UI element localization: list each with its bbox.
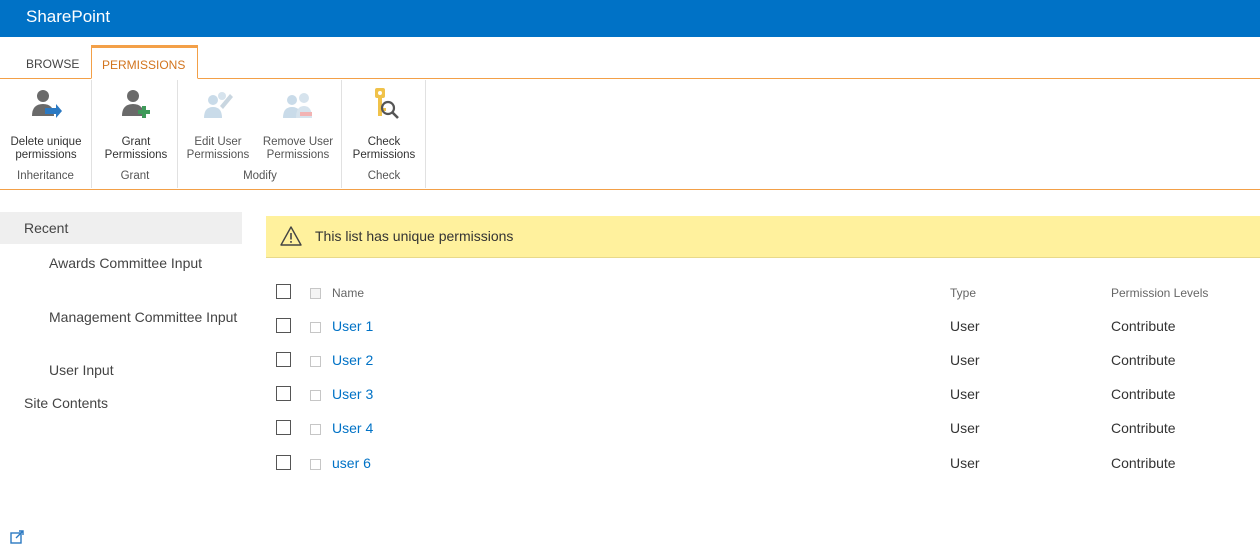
table-row[interactable]: User 3 User Contribute	[266, 377, 1260, 411]
permission-level: Contribute	[1111, 352, 1176, 368]
permission-level: Contribute	[1111, 455, 1176, 471]
nav-item-awards-committee-input[interactable]: Awards Committee Input	[49, 253, 239, 273]
nav-item-user-input[interactable]: User Input	[49, 360, 239, 380]
column-header-permission-levels[interactable]: Permission Levels	[1111, 286, 1208, 300]
column-header-name[interactable]: Name	[332, 286, 364, 300]
suite-bar: SharePoint	[0, 0, 1260, 37]
table-row[interactable]: User 2 User Contribute	[266, 343, 1260, 377]
table-row[interactable]: User 1 User Contribute	[266, 309, 1260, 343]
user-type: User	[950, 420, 980, 436]
row-checkbox[interactable]	[276, 352, 291, 367]
grant-permissions-button[interactable]: Grant Permissions	[93, 84, 179, 164]
edit-user-permissions-label: Edit User Permissions	[186, 136, 250, 161]
delete-unique-permissions-label: Delete unique permissions	[10, 136, 82, 161]
ribbon-group-grant: Grant Permissions Grant	[93, 80, 178, 188]
remove-permissions-icon	[282, 88, 314, 122]
ribbon-group-check: Check Permissions Check	[343, 80, 426, 188]
remove-user-permissions-button[interactable]: Remove User Permissions	[257, 84, 339, 164]
permission-level: Contribute	[1111, 420, 1176, 436]
tab-permissions[interactable]: PERMISSIONS	[91, 45, 198, 79]
banner-message: This list has unique permissions	[315, 228, 514, 244]
table-header-row: Name Type Permission Levels	[266, 275, 1260, 309]
user-name-link[interactable]: user 6	[332, 455, 371, 471]
group-label-modify: Modify	[243, 170, 277, 182]
edit-permissions-icon	[202, 88, 234, 122]
select-all-items-checkbox[interactable]	[310, 288, 321, 299]
row-checkbox[interactable]	[276, 386, 291, 401]
delete-permissions-icon	[30, 88, 62, 122]
nav-item-site-contents[interactable]: Site Contents	[24, 395, 108, 411]
ribbon-tab-row: BROWSE PERMISSIONS	[0, 37, 1260, 79]
user-type: User	[950, 386, 980, 402]
group-label-grant: Grant	[120, 170, 150, 182]
row-checkbox[interactable]	[276, 420, 291, 435]
user-name-link[interactable]: User 4	[332, 420, 373, 436]
group-label-inheritance: Inheritance	[17, 170, 74, 182]
row-item-checkbox[interactable]	[310, 424, 321, 435]
table-row[interactable]: User 4 User Contribute	[266, 411, 1260, 445]
tab-browse[interactable]: BROWSE	[16, 45, 89, 79]
row-checkbox[interactable]	[276, 455, 291, 470]
permission-level: Contribute	[1111, 318, 1176, 334]
grant-permissions-icon	[120, 88, 152, 122]
select-all-checkbox[interactable]	[276, 284, 291, 299]
user-name-link[interactable]: User 3	[332, 386, 373, 402]
user-name-link[interactable]: User 1	[332, 318, 373, 334]
app-brand[interactable]: SharePoint	[26, 7, 110, 27]
nav-item-management-committee-input[interactable]: Management Committee Input	[49, 307, 239, 327]
remove-user-permissions-label: Remove User Permissions	[262, 136, 334, 161]
ribbon-group-modify: Edit User Permissions Remove User Permis…	[179, 80, 342, 188]
row-checkbox[interactable]	[276, 318, 291, 333]
column-header-type[interactable]: Type	[950, 286, 976, 300]
check-permissions-button[interactable]: Check Permissions	[341, 84, 427, 164]
user-type: User	[950, 318, 980, 334]
group-label-check: Check	[367, 170, 401, 182]
open-new-window-icon[interactable]	[10, 530, 24, 544]
ribbon: Delete unique permissions Inheritance Gr…	[0, 80, 1260, 190]
grant-permissions-label: Grant Permissions	[104, 136, 168, 161]
row-item-checkbox[interactable]	[310, 459, 321, 470]
delete-unique-permissions-button[interactable]: Delete unique permissions	[3, 84, 89, 164]
check-permissions-label: Check Permissions	[352, 136, 416, 161]
row-item-checkbox[interactable]	[310, 322, 321, 333]
row-item-checkbox[interactable]	[310, 356, 321, 367]
unique-permissions-banner: This list has unique permissions	[266, 216, 1260, 258]
check-permissions-icon	[368, 88, 400, 122]
user-name-link[interactable]: User 2	[332, 352, 373, 368]
nav-recent-header[interactable]: Recent	[0, 212, 242, 244]
edit-user-permissions-button[interactable]: Edit User Permissions	[177, 84, 259, 164]
table-row[interactable]: user 6 User Contribute	[266, 446, 1260, 480]
permission-level: Contribute	[1111, 386, 1176, 402]
user-type: User	[950, 352, 980, 368]
user-type: User	[950, 455, 980, 471]
row-item-checkbox[interactable]	[310, 390, 321, 401]
warning-icon	[280, 226, 302, 246]
ribbon-group-inheritance: Delete unique permissions Inheritance	[0, 80, 92, 188]
